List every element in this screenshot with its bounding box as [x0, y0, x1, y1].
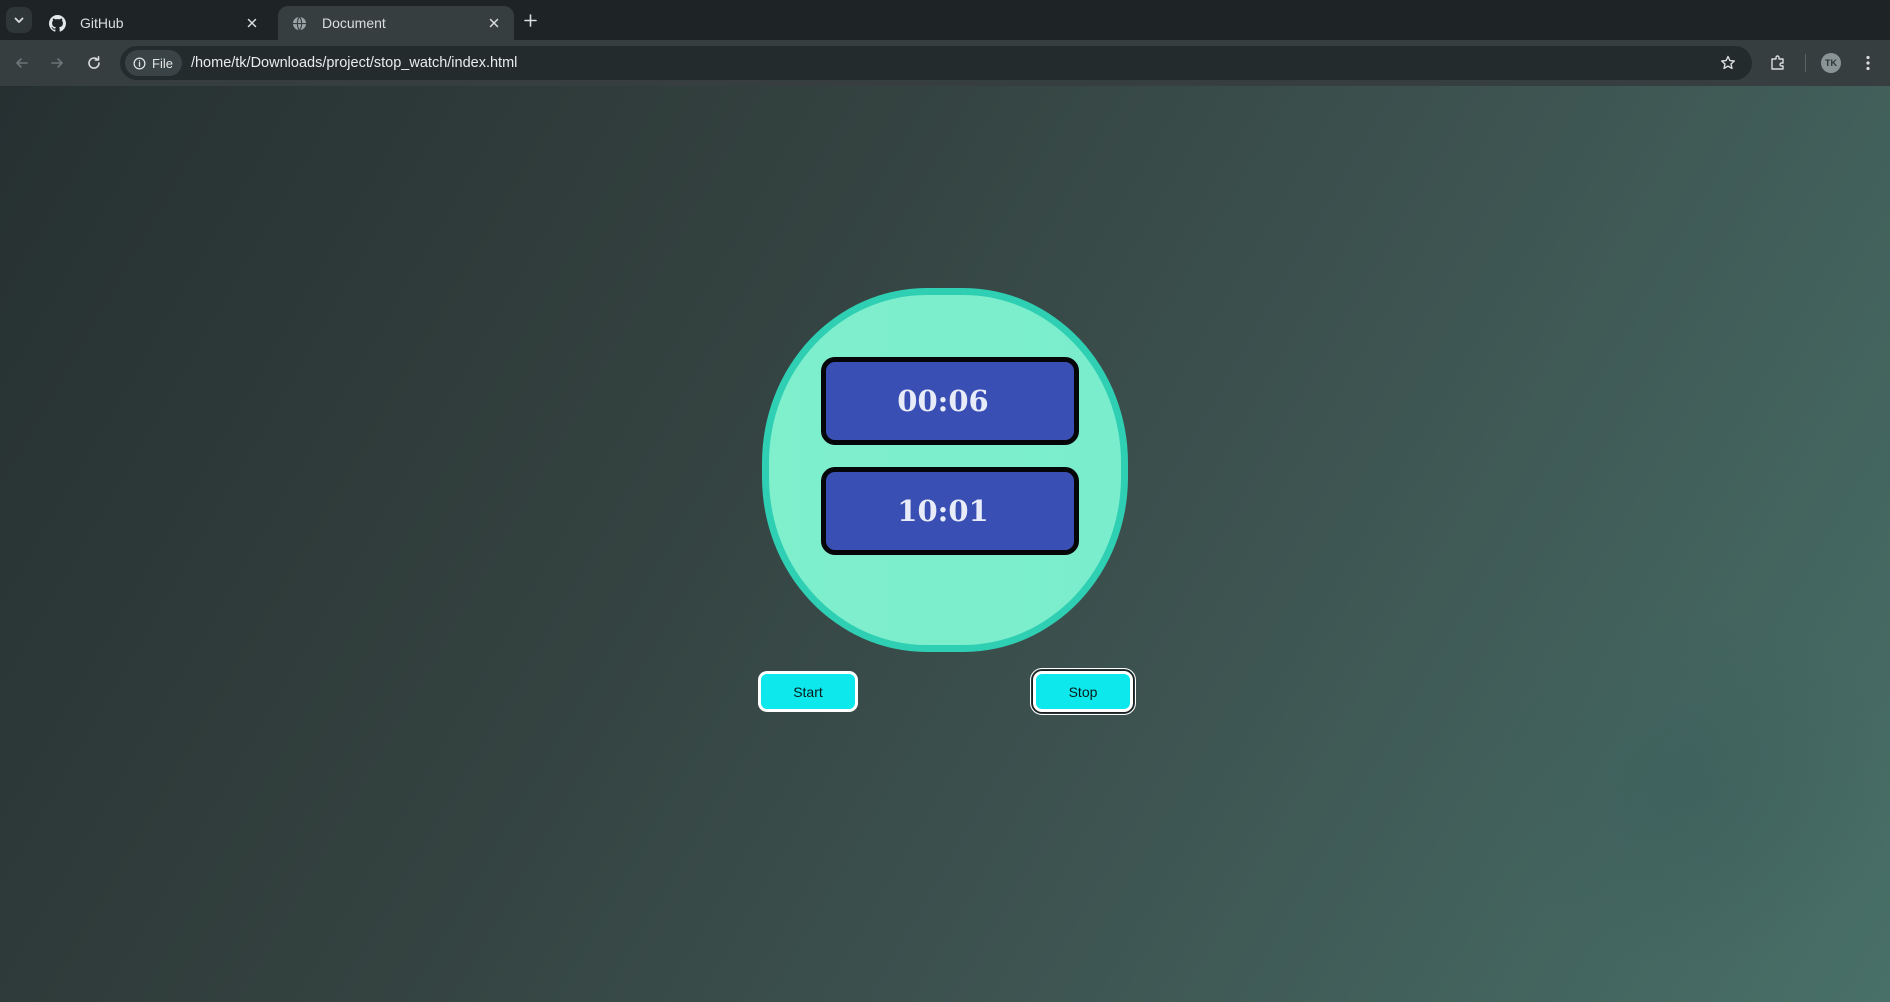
start-button[interactable]: Start — [758, 671, 858, 712]
extensions-button[interactable] — [1764, 49, 1792, 77]
tab-document[interactable]: Document — [278, 6, 514, 40]
forward-button[interactable] — [43, 49, 71, 77]
profile-button[interactable]: TK — [1817, 49, 1845, 77]
tab-strip: GitHub Document — [0, 0, 1890, 40]
close-icon[interactable] — [484, 13, 504, 33]
bookmark-star-icon[interactable] — [1718, 53, 1738, 73]
reload-button[interactable] — [80, 49, 108, 77]
site-info-chip[interactable]: File — [125, 50, 182, 76]
clock-time-display: 10:01 — [821, 467, 1079, 555]
tab-title: Document — [322, 15, 386, 31]
globe-icon — [290, 14, 308, 32]
elapsed-time-display: 00:06 — [821, 357, 1079, 445]
arrow-left-icon — [16, 58, 28, 68]
browser-toolbar: File /home/tk/Downloads/project/stop_wat… — [0, 40, 1890, 86]
tab-search-button[interactable] — [6, 7, 32, 33]
close-icon[interactable] — [242, 13, 262, 33]
avatar: TK — [1821, 53, 1841, 73]
site-info-label: File — [152, 55, 173, 71]
chevron-down-icon — [14, 17, 24, 23]
back-button[interactable] — [8, 49, 36, 77]
tab-title: GitHub — [80, 15, 124, 31]
reload-icon — [88, 56, 100, 69]
puzzle-icon — [1771, 55, 1784, 70]
new-tab-button[interactable] — [518, 8, 542, 32]
plus-icon — [523, 13, 537, 27]
toolbar-divider — [1805, 54, 1806, 72]
url-text[interactable]: /home/tk/Downloads/project/stop_watch/in… — [191, 55, 517, 71]
arrow-right-icon — [51, 58, 63, 68]
info-icon — [133, 57, 146, 69]
stopwatch-face: 00:06 10:01 — [762, 288, 1128, 652]
more-vertical-icon — [1866, 55, 1870, 71]
browser-menu-button[interactable] — [1854, 49, 1882, 77]
tab-github[interactable]: GitHub — [36, 6, 272, 40]
stop-button[interactable]: Stop — [1030, 668, 1136, 715]
github-icon — [48, 14, 66, 32]
address-bar[interactable]: File /home/tk/Downloads/project/stop_wat… — [120, 46, 1752, 80]
page-viewport: 00:06 10:01 Start Stop — [0, 86, 1890, 1002]
